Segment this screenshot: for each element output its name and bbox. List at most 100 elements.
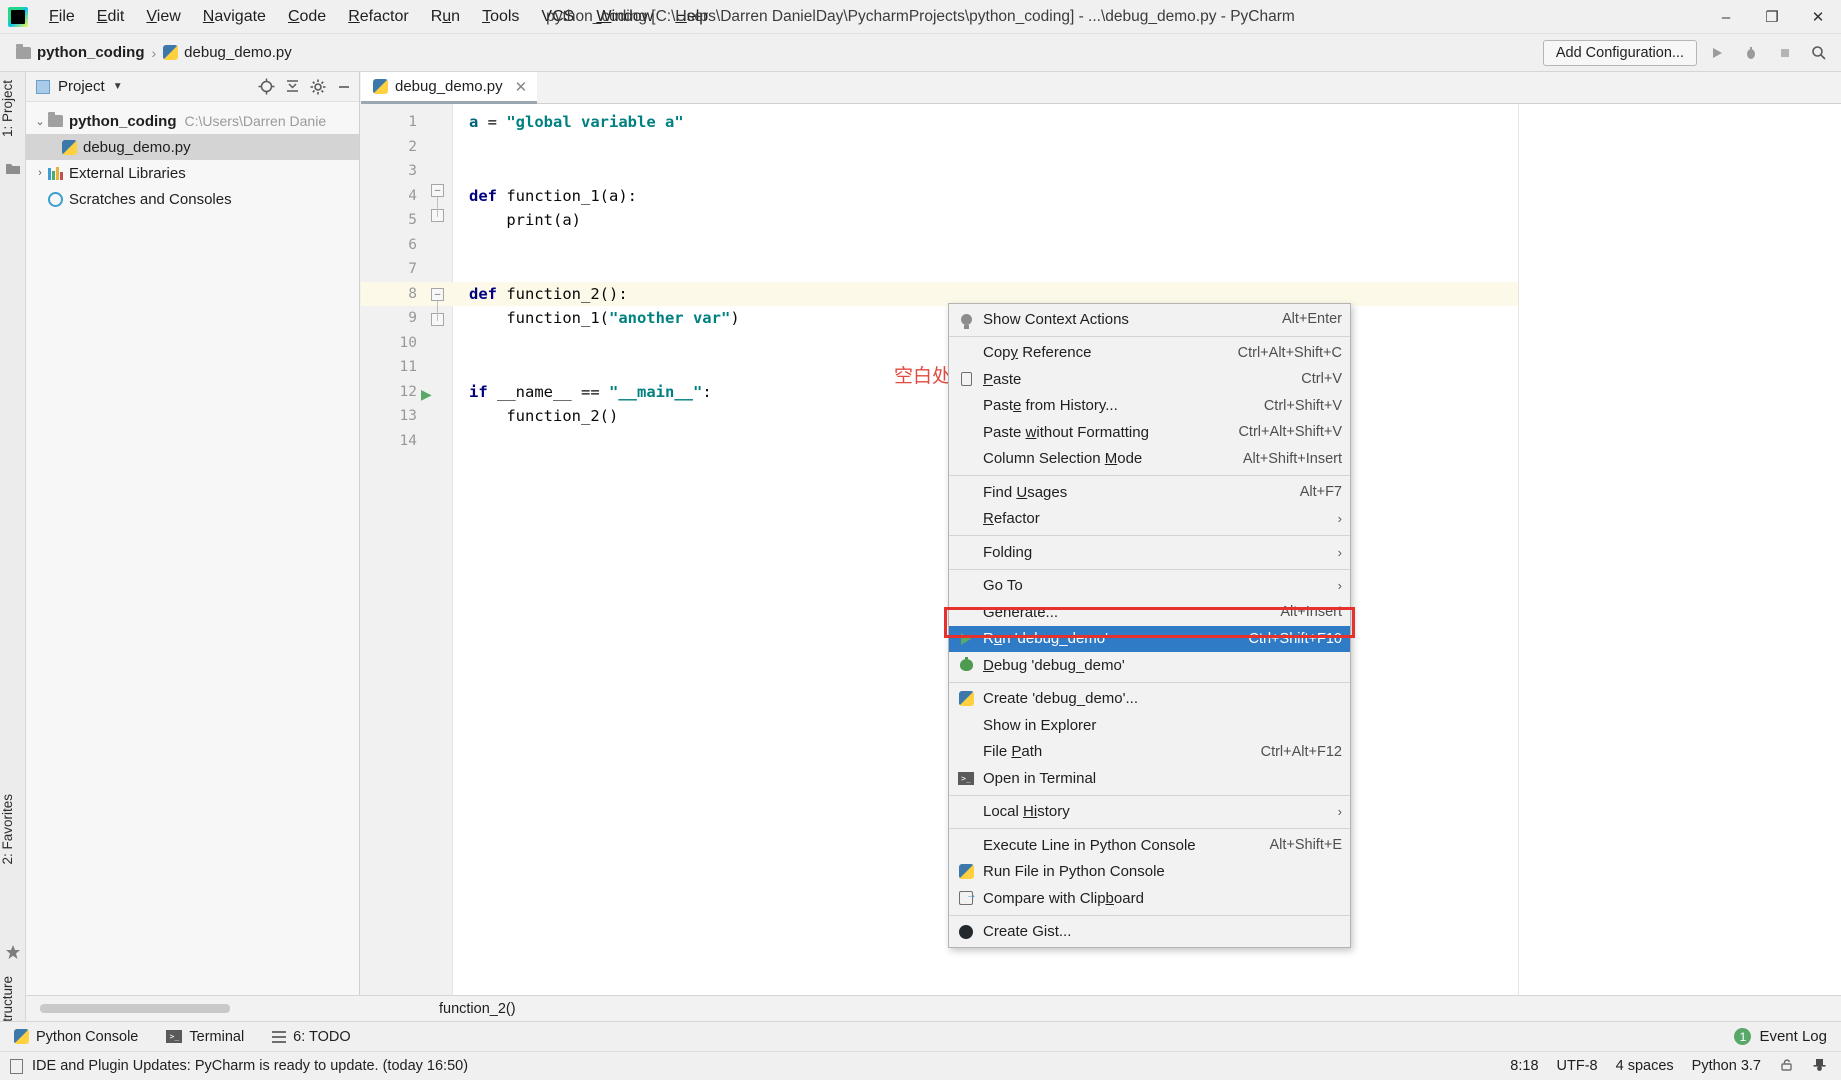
locate-icon[interactable] xyxy=(255,76,277,98)
folder-icon[interactable] xyxy=(5,160,21,176)
strip-item-favorites[interactable]: 2: Favorites xyxy=(0,790,26,869)
menu-item-label: Paste without Formatting xyxy=(983,423,1149,441)
menu-item-paste-from-history[interactable]: Paste from History... Ctrl+Shift+V xyxy=(949,393,1350,420)
close-button[interactable]: ✕ xyxy=(1795,0,1841,34)
menu-item-generate[interactable]: Generate... Alt+Insert xyxy=(949,599,1350,626)
hide-panel-icon[interactable] xyxy=(333,76,355,98)
maximize-button[interactable]: ❐ xyxy=(1749,0,1795,34)
menu-item-label: Column Selection Mode xyxy=(983,450,1143,468)
search-icon[interactable] xyxy=(1805,40,1833,66)
status-message-area[interactable]: IDE and Plugin Updates: PyCharm is ready… xyxy=(0,1058,468,1074)
menu-edit[interactable]: Edit xyxy=(86,3,136,31)
editor-context-menu[interactable]: Show Context Actions Alt+Enter Copy Refere… xyxy=(948,303,1351,948)
tool-button-todo[interactable]: 6: TODO xyxy=(258,1029,364,1045)
menu-item-copy-reference[interactable]: Copy Reference Ctrl+Alt+Shift+C xyxy=(949,340,1350,367)
menu-item-label: File Path xyxy=(983,743,1043,761)
menu-vcs[interactable]: VCS xyxy=(530,3,585,31)
stop-button[interactable] xyxy=(1771,40,1799,66)
gear-icon[interactable] xyxy=(307,76,329,98)
strip-item-project[interactable]: 1: Project xyxy=(0,76,26,141)
breadcrumb-item-file[interactable]: debug_demo.py xyxy=(163,44,292,61)
tree-node-external-libraries[interactable]: › External Libraries xyxy=(26,160,359,186)
editor-breadcrumb[interactable]: function_2() xyxy=(361,995,1841,1021)
fold-marker-line8[interactable]: – xyxy=(431,288,444,301)
menu-item-label: Show Context Actions xyxy=(983,310,1129,328)
python-interpreter[interactable]: Python 3.7 xyxy=(1692,1058,1761,1074)
menu-window[interactable]: Window xyxy=(585,3,664,31)
menu-item-execute-line-in-python-console[interactable]: Execute Line in Python Console Alt+Shift+… xyxy=(949,832,1350,859)
menu-item-refactor[interactable]: Refactor › xyxy=(949,506,1350,533)
tree-node-python_coding[interactable]: ⌄ python_coding C:\Users\Darren Danie xyxy=(26,108,359,134)
horizontal-scrollbar[interactable] xyxy=(40,1004,230,1013)
menu-tools[interactable]: Tools xyxy=(471,3,530,31)
menu-item-debug-debug-demo[interactable]: Debug 'debug_demo' xyxy=(949,652,1350,679)
collapse-all-icon[interactable] xyxy=(281,76,303,98)
indent-setting[interactable]: 4 spaces xyxy=(1616,1058,1674,1074)
run-gutter-icon[interactable]: ▶ xyxy=(421,382,432,407)
caret-position[interactable]: 8:18 xyxy=(1510,1058,1538,1074)
chevron-down-icon[interactable]: ▼ xyxy=(113,81,123,92)
menu-item-go-to[interactable]: Go To › xyxy=(949,573,1350,600)
menu-item-create-gist[interactable]: Create Gist... xyxy=(949,919,1350,946)
star-icon[interactable] xyxy=(5,944,21,960)
event-log-label[interactable]: Event Log xyxy=(1759,1028,1827,1045)
code-line-text[interactable]: function_2() xyxy=(469,404,618,429)
menu-item-column-selection-mode[interactable]: Column Selection Mode Alt+Shift+Insert xyxy=(949,446,1350,473)
add-configuration-button[interactable]: Add Configuration... xyxy=(1542,40,1697,66)
menu-item-paste[interactable]: Paste Ctrl+V xyxy=(949,366,1350,393)
hector-icon[interactable] xyxy=(1812,1057,1827,1076)
menu-help[interactable]: Help xyxy=(664,3,719,31)
minimize-button[interactable]: – xyxy=(1703,0,1749,34)
lock-icon[interactable] xyxy=(1779,1057,1794,1076)
tree-node-debug_demo[interactable]: debug_demo.py xyxy=(26,134,359,160)
project-icon xyxy=(36,79,50,94)
file-encoding[interactable]: UTF-8 xyxy=(1557,1058,1598,1074)
debug-button[interactable] xyxy=(1737,40,1765,66)
code-line-text[interactable]: def function_2(): xyxy=(469,282,628,307)
menu-refactor[interactable]: Refactor xyxy=(337,3,419,31)
menu-item-folding[interactable]: Folding › xyxy=(949,539,1350,566)
menu-item-show-in-explorer[interactable]: Show in Explorer xyxy=(949,712,1350,739)
compare-icon xyxy=(955,889,977,907)
tree-node-scratches[interactable]: Scratches and Consoles xyxy=(26,186,359,212)
menu-navigate[interactable]: Navigate xyxy=(192,3,277,31)
menu-item-local-history[interactable]: Local History › xyxy=(949,799,1350,826)
menu-item-create-debug-demo[interactable]: Create 'debug_demo'... xyxy=(949,686,1350,713)
project-tool-window: Project ▼ ⌄ python_coding C:\Users\Darre… xyxy=(26,72,360,1032)
menu-item-file-path[interactable]: File Path Ctrl+Alt+F12 xyxy=(949,739,1350,766)
menu-item-show-context-actions[interactable]: Show Context Actions Alt+Enter xyxy=(949,306,1350,333)
menu-item-run-debug-demo[interactable]: Run 'debug_demo' Ctrl+Shift+F10 xyxy=(949,625,1350,652)
status-indicators: 8:18 UTF-8 4 spaces Python 3.7 xyxy=(1510,1057,1841,1076)
project-panel-actions xyxy=(255,76,355,98)
menu-item-paste-without-formatting[interactable]: Paste without Formatting Ctrl+Alt+Shift+V xyxy=(949,419,1350,446)
code-line-text[interactable]: function_1("another var") xyxy=(469,306,739,331)
fold-marker-line4[interactable]: – xyxy=(431,184,444,197)
menu-file[interactable]: File xyxy=(38,3,86,31)
chevron-down-icon[interactable]: ⌄ xyxy=(32,115,48,128)
fold-line xyxy=(437,301,438,321)
breadcrumb-item-project[interactable]: python_coding xyxy=(16,43,145,61)
event-log-area[interactable]: 1 Event Log xyxy=(1734,1028,1841,1045)
run-button[interactable] xyxy=(1703,40,1731,66)
no-icon xyxy=(955,423,977,441)
menu-view[interactable]: View xyxy=(135,3,191,31)
code-line-text[interactable]: def function_1(a): xyxy=(469,184,637,209)
menu-item-find-usages[interactable]: Find Usages Alt+F7 xyxy=(949,479,1350,506)
menu-code[interactable]: Code xyxy=(277,3,337,31)
tool-button-python-console[interactable]: Python Console xyxy=(0,1029,152,1045)
chevron-right-icon[interactable]: › xyxy=(32,167,48,179)
library-icon xyxy=(48,166,63,180)
code-line-text[interactable]: print(a) xyxy=(469,208,581,233)
status-message[interactable]: IDE and Plugin Updates: PyCharm is ready… xyxy=(32,1058,468,1074)
close-icon[interactable]: ✕ xyxy=(515,78,528,96)
editor-tab-debug_demo[interactable]: debug_demo.py ✕ xyxy=(361,72,538,104)
menu-item-open-in-terminal[interactable]: >_ Open in Terminal xyxy=(949,765,1350,792)
tree-node-label: debug_demo.py xyxy=(83,138,191,156)
menu-item-compare-with-clipboard[interactable]: Compare with Clipboard xyxy=(949,885,1350,912)
menu-run[interactable]: Run xyxy=(420,3,471,31)
tool-button-terminal[interactable]: >_ Terminal xyxy=(152,1029,258,1045)
menu-item-run-file-in-python-console[interactable]: Run File in Python Console xyxy=(949,859,1350,886)
code-line-text[interactable]: a = "global variable a" xyxy=(469,110,684,135)
line-number: 6 xyxy=(408,236,417,253)
code-line-text[interactable]: if __name__ == "__main__": xyxy=(469,380,712,405)
